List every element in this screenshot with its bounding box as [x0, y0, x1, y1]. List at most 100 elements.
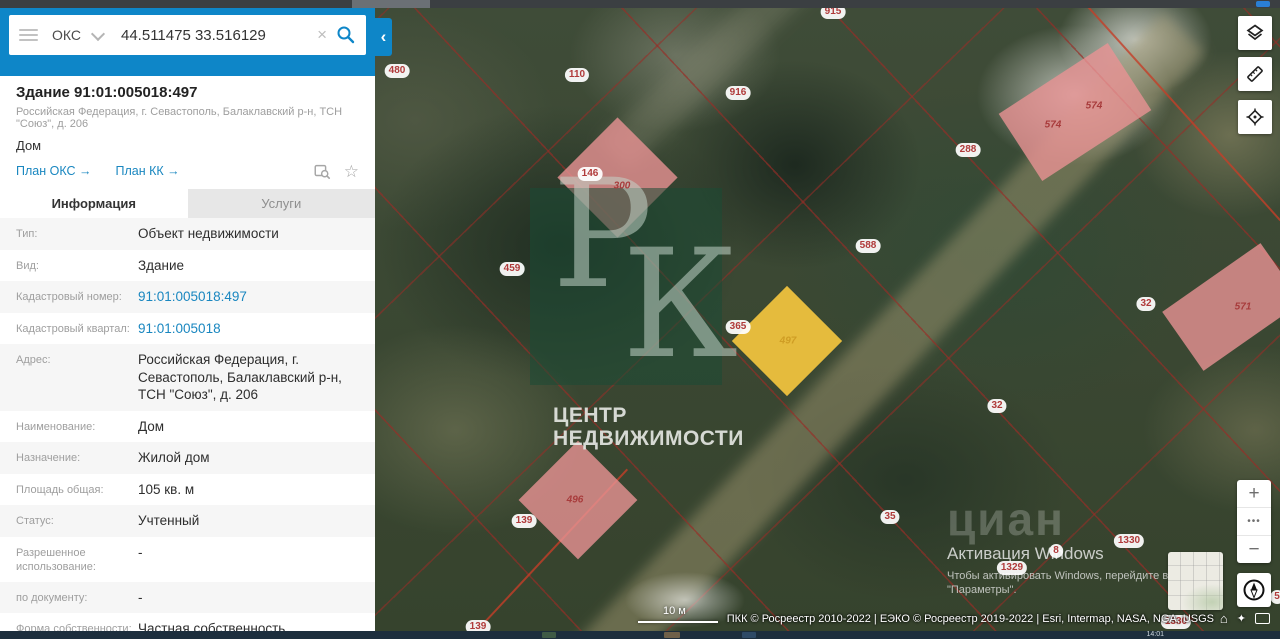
row-label: Кадастровый квартал:: [16, 322, 130, 335]
scale-label: 10 м: [663, 605, 686, 617]
table-row: Разрешенное использование: -: [0, 537, 375, 582]
layers-icon: [1246, 24, 1264, 41]
table-row: Форма собственности: Частная собственнос…: [0, 613, 375, 631]
window-top-edge: [0, 0, 1280, 8]
map-attribution: ПКК © Росреестр 2010-2022 | ЕЭКО © Росре…: [726, 613, 1214, 625]
table-row: по документу: -: [0, 581, 375, 614]
parcel-pill: 110: [564, 68, 590, 82]
tab-bar: Информация Услуги: [0, 189, 375, 218]
home-icon[interactable]: ⌂: [1220, 611, 1228, 626]
row-label: Вид:: [16, 259, 39, 272]
scale-bar: [638, 621, 718, 623]
parcel-pill: 139: [511, 514, 537, 528]
overview-minimap[interactable]: [1168, 552, 1223, 610]
table-row: Наименование: Дом: [0, 411, 375, 443]
parcel-pill: 459: [499, 262, 525, 276]
parcel-pill: 8: [1049, 544, 1063, 558]
parcel-pill: 32: [987, 399, 1007, 413]
watermark-line1: ЦЕНТР: [553, 404, 627, 427]
tab-services[interactable]: Услуги: [187, 189, 375, 218]
app-window: Р К ЦЕНТР НЕДВИЖИМОСТИ циан Активация Wi…: [0, 0, 1280, 639]
taskbar-clock: 14:01: [1146, 631, 1164, 638]
row-label: Форма собственности:: [16, 623, 132, 631]
locate-icon[interactable]: ✦: [1237, 612, 1246, 625]
taskbar-app-icon[interactable]: [742, 632, 756, 638]
zoom-in-button[interactable]: +: [1237, 480, 1271, 508]
row-label: Кадастровый номер:: [16, 291, 122, 304]
measure-button[interactable]: [1238, 57, 1272, 91]
row-value: Жилой дом: [138, 450, 210, 466]
search-category-dropdown[interactable]: ОКС: [52, 27, 81, 43]
compass-button[interactable]: [1237, 573, 1271, 607]
table-row: Площадь общая: 105 кв. м: [0, 474, 375, 506]
layers-button[interactable]: [1238, 16, 1272, 50]
chevron-down-icon[interactable]: [90, 26, 106, 41]
browser-tab-fragment: [352, 0, 430, 8]
keyboard-icon[interactable]: [1255, 613, 1270, 624]
zoom-more-button[interactable]: •••: [1237, 508, 1271, 536]
center-nedvizhimosti-watermark: ЦЕНТР НЕДВИЖИМОСТИ: [553, 404, 744, 450]
ruler-icon: [1247, 66, 1263, 82]
rk-letter-k: К: [622, 218, 739, 392]
parcel-number: 574: [1044, 119, 1062, 131]
row-label: Назначение:: [16, 452, 81, 465]
parcel-pill: 365: [725, 320, 751, 334]
row-label: Наименование:: [16, 420, 96, 433]
row-value: Дом: [138, 418, 165, 434]
parcel-pill: 5: [1270, 590, 1280, 604]
rk-logo-watermark: Р К: [530, 160, 738, 385]
table-row: Вид: Здание: [0, 250, 375, 282]
row-label: Тип:: [16, 228, 38, 240]
row-value: Частная собственность: [138, 621, 286, 631]
parcel-number: 496: [566, 494, 584, 506]
row-value: 105 кв. м: [138, 481, 195, 497]
taskbar-app-icon[interactable]: [664, 632, 680, 638]
parcel-pill: 35: [880, 510, 900, 524]
search-header: ОКС ×: [0, 8, 375, 76]
plan-kk-link[interactable]: План КК →: [115, 164, 179, 178]
search-icon[interactable]: [336, 25, 356, 45]
row-value: Российская Федерация, г. Севастополь, Ба…: [138, 352, 342, 403]
object-address: Российская Федерация, г. Севастополь, Ба…: [16, 106, 343, 130]
cadastral-quarter-link[interactable]: 91:01:005018: [138, 320, 359, 338]
plan-oks-link[interactable]: План ОКС →: [16, 164, 91, 178]
search-input[interactable]: [119, 25, 318, 45]
search-box: ОКС ×: [9, 15, 366, 55]
table-row: Тип: Объект недвижимости: [0, 218, 375, 250]
table-row: Статус: Учтенный: [0, 505, 375, 538]
cadastral-grid-lines-2: [375, 0, 1280, 631]
sidebar-collapse-button[interactable]: ‹: [375, 18, 392, 56]
taskbar-app-icon[interactable]: [542, 632, 556, 638]
tab-information[interactable]: Информация: [0, 189, 188, 218]
object-name: Дом: [16, 138, 42, 153]
table-row: Назначение: Жилой дом: [0, 442, 375, 474]
table-row: Адрес: Российская Федерация, г. Севастоп…: [0, 344, 375, 411]
parcel-pill: 288: [955, 143, 981, 157]
info-table: Тип: Объект недвижимости Вид: Здание Кад…: [0, 218, 375, 631]
parcel-number-selected: 497: [779, 335, 797, 347]
menu-icon[interactable]: [19, 29, 38, 41]
parcel-pill: 32: [1136, 297, 1156, 311]
favorite-star-icon[interactable]: ☆: [344, 163, 359, 180]
parcel-pill: 916: [725, 86, 751, 100]
parcel-pill: 588: [855, 239, 881, 253]
parcel-pill: 139: [465, 620, 491, 631]
row-label: Площадь общая:: [16, 483, 104, 496]
row-label: по документу:: [16, 591, 88, 604]
compass-icon: [1243, 579, 1265, 601]
row-value: Объект недвижимости: [138, 226, 279, 241]
map-canvas[interactable]: Р К ЦЕНТР НЕДВИЖИМОСТИ циан Активация Wi…: [375, 0, 1280, 631]
preview-search-icon[interactable]: [313, 162, 331, 180]
row-value: -: [138, 545, 143, 561]
zoom-out-button[interactable]: −: [1237, 536, 1271, 563]
my-location-button[interactable]: [1238, 100, 1272, 134]
cadastral-number-link[interactable]: 91:01:005018:497: [138, 288, 359, 306]
row-label: Адрес:: [16, 354, 51, 367]
clear-search-icon[interactable]: ×: [317, 25, 327, 45]
crosshair-icon: [1246, 108, 1264, 126]
parcel-number: 300: [613, 180, 631, 192]
table-row: Кадастровый квартал: 91:01:005018: [0, 313, 375, 345]
parcel-pill: 146: [577, 167, 603, 181]
parcel-pill: 1329: [996, 561, 1028, 575]
parcel-number: 571: [1234, 301, 1252, 313]
